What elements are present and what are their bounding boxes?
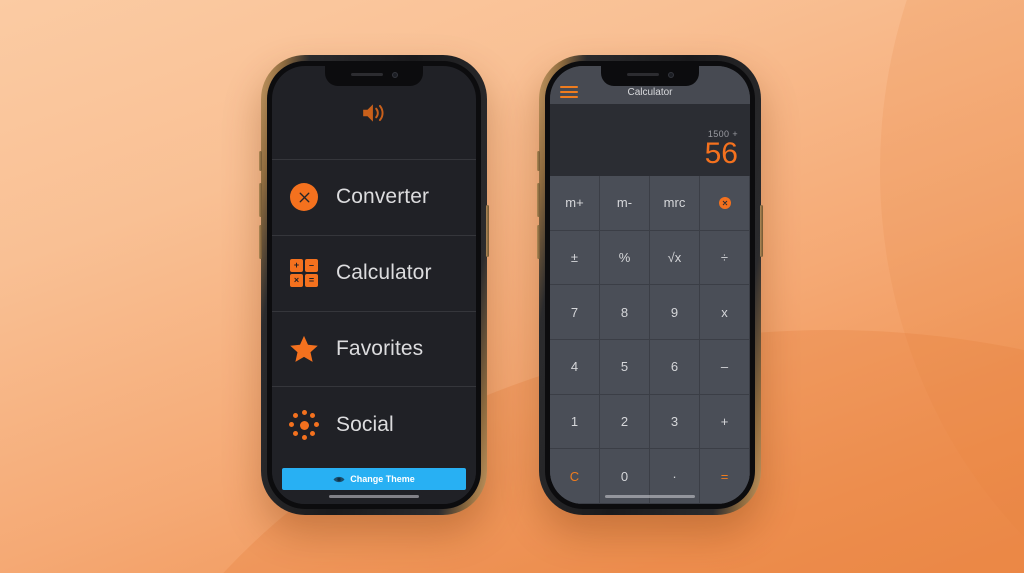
menu-item-favorites[interactable]: Favorites bbox=[272, 310, 476, 387]
menu-item-label: Calculator bbox=[336, 261, 432, 285]
key-8[interactable]: 8 bbox=[600, 285, 650, 340]
home-indicator[interactable] bbox=[605, 495, 695, 498]
speaker-volume-icon[interactable] bbox=[361, 101, 387, 125]
star-icon bbox=[288, 333, 320, 365]
volume-up-button[interactable] bbox=[537, 183, 540, 217]
circle-x-icon bbox=[288, 181, 320, 213]
volume-down-button[interactable] bbox=[537, 225, 540, 259]
menu-item-converter[interactable]: Converter bbox=[272, 159, 476, 235]
key-6[interactable]: 6 bbox=[650, 340, 700, 395]
home-indicator[interactable] bbox=[329, 495, 419, 498]
key-multiply[interactable]: x bbox=[700, 285, 750, 340]
key-memory-recall-clear[interactable]: mrc bbox=[650, 176, 700, 231]
calculator-display: 1500 + 56 bbox=[550, 104, 750, 176]
mute-switch[interactable] bbox=[537, 151, 540, 171]
key-clear[interactable]: C bbox=[550, 449, 600, 504]
menu-item-label: Converter bbox=[336, 185, 430, 209]
calculator-grid-icon: + – × = bbox=[288, 257, 320, 289]
front-camera-icon bbox=[391, 71, 398, 78]
power-button[interactable] bbox=[486, 205, 489, 257]
earpiece-speaker-icon bbox=[626, 73, 659, 76]
phone-bezel: Calculator 1500 + 56 m+ m- mrc ± % √x ÷ … bbox=[545, 61, 755, 509]
delete-circle-x-icon bbox=[718, 196, 731, 209]
key-9[interactable]: 9 bbox=[650, 285, 700, 340]
key-7[interactable]: 7 bbox=[550, 285, 600, 340]
key-percent[interactable]: % bbox=[600, 230, 650, 286]
result-text: 56 bbox=[704, 137, 738, 171]
calc-icon-times: × bbox=[290, 274, 303, 288]
key-equals[interactable]: = bbox=[700, 449, 750, 504]
volume-up-button[interactable] bbox=[259, 183, 262, 217]
key-divide[interactable]: ÷ bbox=[700, 230, 750, 286]
phone-mockup-calculator: Calculator 1500 + 56 m+ m- mrc ± % √x ÷ … bbox=[537, 55, 763, 515]
background-swoosh-upper bbox=[880, 0, 1024, 573]
device-notch bbox=[601, 66, 699, 86]
app-mockup-canvas: Converter + – × = Calculator Favorites S… bbox=[0, 0, 1024, 573]
key-plus[interactable]: + bbox=[700, 394, 750, 450]
power-button[interactable] bbox=[760, 205, 763, 257]
menu-screen: Converter + – × = Calculator Favorites S… bbox=[272, 66, 476, 504]
key-2[interactable]: 2 bbox=[600, 394, 650, 450]
menu-item-calculator[interactable]: + – × = Calculator bbox=[272, 234, 476, 311]
key-memory-plus[interactable]: m+ bbox=[550, 176, 600, 231]
phone-mockup-menu: Converter + – × = Calculator Favorites S… bbox=[259, 55, 489, 515]
page-title: Calculator bbox=[627, 87, 673, 98]
key-3[interactable]: 3 bbox=[650, 394, 700, 450]
calc-icon-plus: + bbox=[290, 259, 303, 273]
earpiece-speaker-icon bbox=[350, 73, 383, 76]
key-4[interactable]: 4 bbox=[550, 340, 600, 395]
calculator-keypad: m+ m- mrc ± % √x ÷ 7 8 9 x 4 5 6 – 1 2 3… bbox=[550, 176, 750, 504]
change-theme-label: Change Theme bbox=[350, 474, 415, 484]
change-theme-button[interactable]: Change Theme bbox=[282, 468, 466, 490]
menu-item-social[interactable]: Social bbox=[272, 386, 476, 462]
key-minus[interactable]: – bbox=[700, 340, 750, 395]
menu-list: Converter + – × = Calculator Favorites S… bbox=[272, 159, 476, 462]
phone-bezel: Converter + – × = Calculator Favorites S… bbox=[267, 61, 481, 509]
calc-icon-minus: – bbox=[305, 259, 318, 273]
key-square-root[interactable]: √x bbox=[650, 230, 700, 286]
mute-switch[interactable] bbox=[259, 151, 262, 171]
eye-icon bbox=[333, 476, 345, 482]
front-camera-icon bbox=[667, 71, 674, 78]
key-delete[interactable] bbox=[700, 176, 750, 231]
key-1[interactable]: 1 bbox=[550, 394, 600, 450]
volume-down-button[interactable] bbox=[259, 225, 262, 259]
menu-item-label: Social bbox=[336, 412, 394, 436]
calculator-screen: Calculator 1500 + 56 m+ m- mrc ± % √x ÷ … bbox=[550, 66, 750, 504]
key-plus-minus[interactable]: ± bbox=[550, 230, 600, 286]
network-hub-icon bbox=[288, 409, 320, 441]
menu-item-label: Favorites bbox=[336, 336, 424, 360]
calc-icon-equals: = bbox=[305, 274, 318, 288]
key-memory-minus[interactable]: m- bbox=[600, 176, 650, 231]
device-notch bbox=[325, 66, 423, 86]
key-5[interactable]: 5 bbox=[600, 340, 650, 395]
